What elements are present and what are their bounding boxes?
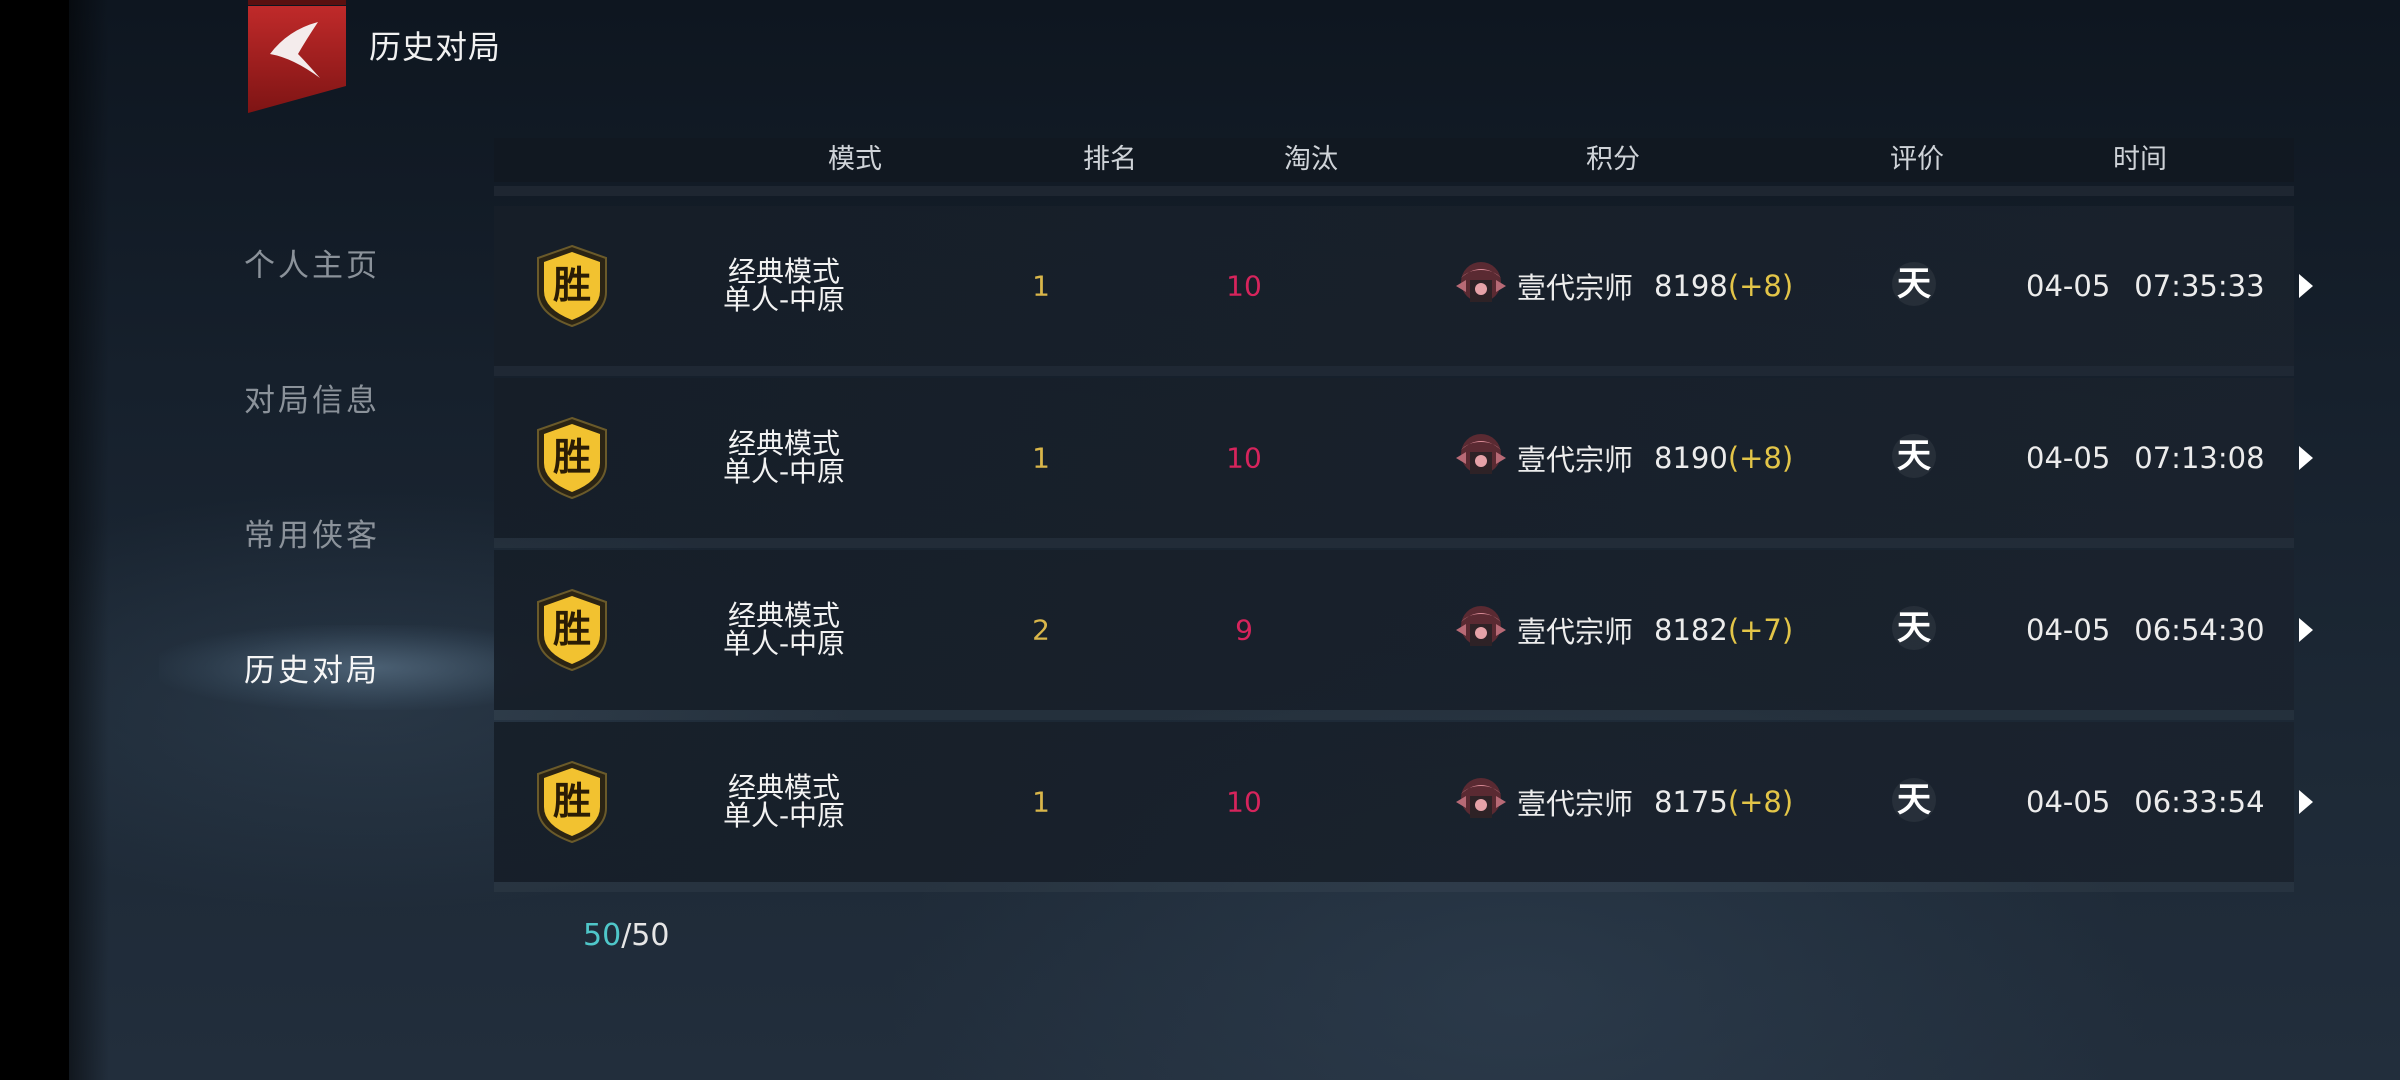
- result-label: 胜: [552, 263, 591, 307]
- rating-icon: 天: [1889, 603, 1939, 657]
- mode-name: 经典模式: [727, 255, 841, 288]
- win-badge-icon: 胜: [534, 416, 610, 500]
- mode-name: 经典模式: [727, 427, 841, 460]
- match-time: 06:54:30: [2134, 613, 2265, 647]
- pagination-total: 50: [631, 918, 670, 953]
- submode-name: 单人-中原: [722, 799, 846, 832]
- tier-emblem-icon: [1456, 262, 1506, 302]
- tier-name: 壹代宗师: [1517, 271, 1634, 305]
- rank-value: 1: [1032, 269, 1050, 303]
- submode-name: 单人-中原: [722, 283, 846, 316]
- table-row[interactable]: 胜 经典模式 单人-中原 2 9 壹代宗师 8182(+7) 天 04-05 06…: [494, 550, 2313, 720]
- submode-name: 单人-中原: [722, 455, 846, 488]
- rating-label: 天: [1897, 780, 1931, 820]
- mode-cell: 经典模式 单人-中原: [723, 602, 845, 658]
- tier-name: 壹代宗师: [1517, 615, 1634, 649]
- rating-label: 天: [1897, 264, 1931, 304]
- score-value: 8190: [1654, 441, 1728, 475]
- play-arrow-icon[interactable]: [2297, 272, 2315, 300]
- sidebar-item-favorite-heroes[interactable]: 常用侠客: [244, 502, 464, 562]
- rating-icon: 天: [1889, 431, 1939, 485]
- result-label: 胜: [552, 779, 591, 823]
- score-delta: (+8): [1727, 785, 1794, 819]
- mode-cell: 经典模式 单人-中原: [723, 258, 845, 314]
- rating-icon: 天: [1889, 775, 1939, 829]
- win-badge-icon: 胜: [534, 588, 610, 672]
- back-button[interactable]: [248, 0, 346, 113]
- back-arrow-icon: [248, 0, 346, 113]
- score-delta: (+8): [1727, 269, 1794, 303]
- match-date: 04-05: [2026, 785, 2111, 819]
- match-time: 07:35:33: [2134, 269, 2265, 303]
- column-header-kills: 淘汰: [1284, 144, 1338, 175]
- column-header-time: 时间: [2113, 144, 2167, 175]
- kills-value: 10: [1226, 441, 1262, 475]
- kills-value: 10: [1226, 269, 1262, 303]
- table-row[interactable]: 胜 经典模式 单人-中原 1 10 壹代宗师 8175(+8) 天 04-05 0…: [494, 722, 2313, 892]
- play-arrow-icon[interactable]: [2297, 788, 2315, 816]
- pagination-current: 50: [583, 918, 622, 953]
- result-label: 胜: [552, 607, 591, 651]
- rank-value: 1: [1032, 785, 1050, 819]
- column-header-mode: 模式: [828, 144, 882, 175]
- rank-value: 2: [1032, 613, 1050, 647]
- submode-name: 单人-中原: [722, 627, 846, 660]
- tier-emblem-icon: [1456, 778, 1506, 818]
- score-value: 8198: [1654, 269, 1728, 303]
- win-badge-icon: 胜: [534, 244, 610, 328]
- match-date: 04-05: [2026, 613, 2111, 647]
- table-header: 模式 排名 淘汰 积分 评价 时间: [494, 138, 2294, 182]
- score-delta: (+7): [1727, 613, 1794, 647]
- tier-emblem-icon: [1456, 434, 1506, 474]
- rating-icon: 天: [1889, 259, 1939, 313]
- kills-value: 10: [1226, 785, 1262, 819]
- result-label: 胜: [552, 435, 591, 479]
- match-time: 06:33:54: [2134, 785, 2265, 819]
- match-date: 04-05: [2026, 269, 2111, 303]
- play-arrow-icon[interactable]: [2297, 444, 2315, 472]
- match-time: 07:13:08: [2134, 441, 2265, 475]
- score-value: 8175: [1654, 785, 1728, 819]
- mode-cell: 经典模式 单人-中原: [723, 430, 845, 486]
- pagination: 50/50: [583, 918, 669, 953]
- win-badge-icon: 胜: [534, 760, 610, 844]
- kills-value: 9: [1235, 613, 1253, 647]
- score-value: 8182: [1654, 613, 1728, 647]
- rating-label: 天: [1897, 436, 1931, 476]
- match-date: 04-05: [2026, 441, 2111, 475]
- rating-label: 天: [1897, 608, 1931, 648]
- mode-name: 经典模式: [727, 599, 841, 632]
- sidebar-item-match-info[interactable]: 对局信息: [244, 367, 464, 427]
- mode-cell: 经典模式 单人-中原: [723, 774, 845, 830]
- screen: 历史对局 个人主页 对局信息 常用侠客 历史对局 模式 排名 淘汰 积分 评价 …: [69, 0, 2400, 1080]
- sidebar-item-match-history[interactable]: 历史对局: [244, 637, 464, 697]
- column-header-score: 积分: [1586, 144, 1640, 175]
- column-header-rating: 评价: [1890, 144, 1944, 175]
- mode-name: 经典模式: [727, 771, 841, 804]
- tier-name: 壹代宗师: [1517, 787, 1634, 821]
- page-title: 历史对局: [369, 28, 502, 66]
- table-row[interactable]: 胜 经典模式 单人-中原 1 10 壹代宗师 8190(+8) 天 04-05 0…: [494, 378, 2313, 548]
- tier-emblem-icon: [1456, 606, 1506, 646]
- pagination-separator: /: [621, 918, 632, 953]
- play-arrow-icon[interactable]: [2297, 616, 2315, 644]
- table-row[interactable]: 胜 经典模式 单人-中原 1 10 壹代宗师 8198(+8) 天 04-05 0…: [494, 206, 2313, 376]
- header-divider: [494, 186, 2294, 196]
- sidebar-item-profile[interactable]: 个人主页: [244, 232, 464, 292]
- rank-value: 1: [1032, 441, 1050, 475]
- tier-name: 壹代宗师: [1517, 443, 1634, 477]
- column-header-rank: 排名: [1083, 144, 1137, 175]
- score-delta: (+8): [1727, 441, 1794, 475]
